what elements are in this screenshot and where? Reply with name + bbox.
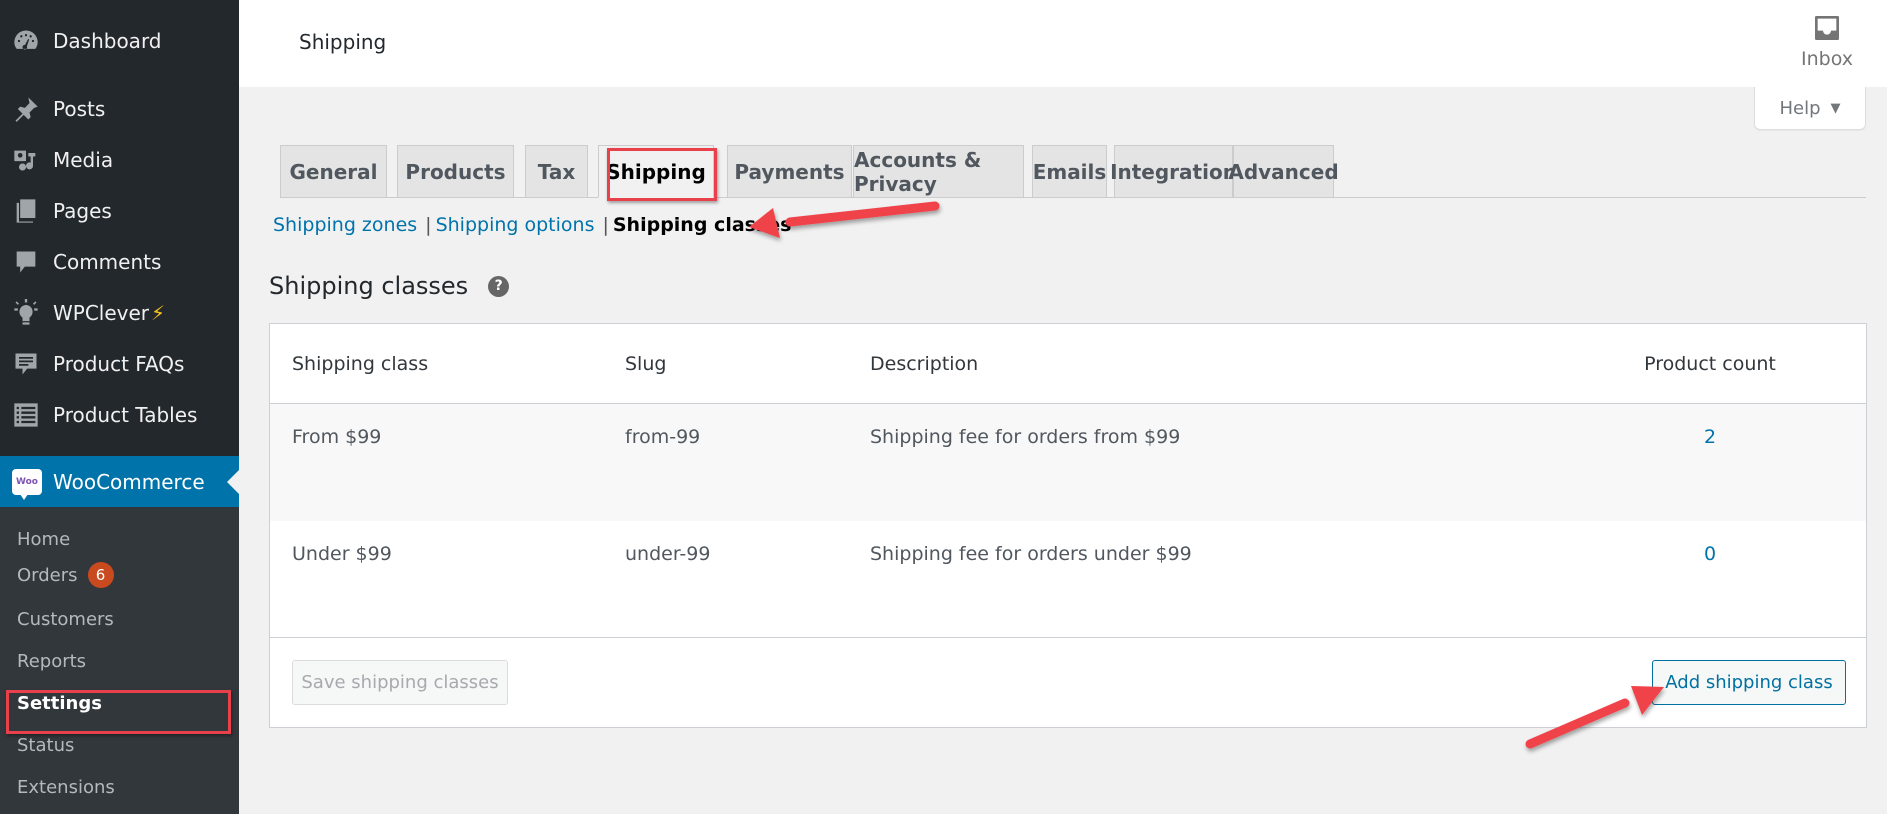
media-icon <box>11 145 41 175</box>
add-shipping-class-button[interactable]: Add shipping class <box>1652 660 1846 705</box>
help-button[interactable]: Help ▼ <box>1754 87 1866 130</box>
sidebar-item-woocommerce[interactable]: Woo WooCommerce <box>0 456 239 507</box>
tab-tax[interactable]: Tax <box>525 145 588 198</box>
page-title: Shipping <box>299 30 387 54</box>
sidebar-item-label: Media <box>53 148 114 172</box>
sidebar-item-label: Dashboard <box>53 29 162 53</box>
column-header-description: Description <box>870 353 979 375</box>
woocommerce-logo-icon: Woo <box>12 468 42 500</box>
comment-icon <box>11 247 41 277</box>
subnav-separator: | <box>602 214 609 236</box>
help-tip-icon[interactable]: ? <box>488 275 510 297</box>
inbox-label: Inbox <box>1801 48 1853 70</box>
column-header-slug: Slug <box>625 353 667 375</box>
help-label: Help <box>1779 97 1821 119</box>
sidebar-item-label: Posts <box>53 97 106 121</box>
section-heading: Shipping classes ? <box>269 272 510 300</box>
shipping-class-name: From $99 <box>292 426 382 448</box>
table-row[interactable]: Under $99 under-99 Shipping fee for orde… <box>270 521 1866 638</box>
lightbulb-icon <box>11 298 41 328</box>
section-title: Shipping classes <box>269 272 469 300</box>
submenu-label: Orders <box>17 564 78 586</box>
submenu-item-reports[interactable]: Reports <box>17 651 86 672</box>
lightning-icon: ⚡ <box>151 301 166 325</box>
table-icon <box>11 400 41 430</box>
header-bar: Shipping Inbox <box>239 0 1887 87</box>
sidebar-item-label: Product FAQs <box>53 352 185 376</box>
subnav-separator: | <box>425 214 432 236</box>
table-header-row: Shipping class Slug Description Product … <box>270 324 1866 404</box>
sidebar-item-label: WooCommerce <box>53 469 205 494</box>
tab-emails[interactable]: Emails <box>1032 145 1107 198</box>
current-menu-caret <box>227 470 239 494</box>
table-row[interactable]: From $99 from-99 Shipping fee for orders… <box>270 404 1866 521</box>
submenu-item-settings[interactable]: Settings <box>17 693 102 714</box>
submenu-item-home[interactable]: Home <box>17 529 70 550</box>
tab-general[interactable]: General <box>280 145 387 198</box>
shipping-class-slug: under-99 <box>625 543 711 565</box>
submenu-item-status[interactable]: Status <box>17 735 74 756</box>
sidebar-item-product-faqs[interactable]: Product FAQs <box>0 342 239 386</box>
submenu-label: Home <box>17 529 71 550</box>
submenu-label: Extensions <box>17 777 115 798</box>
inbox-icon <box>1815 16 1839 40</box>
table-footer: Save shipping classes Add shipping class <box>270 638 1866 727</box>
tab-products[interactable]: Products <box>397 145 514 198</box>
product-count-link[interactable]: 2 <box>1600 426 1820 448</box>
shipping-class-slug: from-99 <box>625 426 701 448</box>
subnav-shipping-options[interactable]: Shipping options <box>436 214 595 236</box>
faq-icon <box>11 349 41 379</box>
pin-icon <box>11 94 41 124</box>
product-count-link[interactable]: 0 <box>1600 543 1820 565</box>
column-header-product-count: Product count <box>1644 353 1776 375</box>
shipping-class-name: Under $99 <box>292 543 392 565</box>
pages-icon <box>11 196 41 226</box>
submenu-label: Settings <box>17 693 102 714</box>
dashboard-icon <box>11 26 41 56</box>
shipping-classes-table: Shipping class Slug Description Product … <box>269 323 1867 728</box>
sidebar-item-posts[interactable]: Posts <box>0 87 239 131</box>
sidebar-item-media[interactable]: Media <box>0 138 239 182</box>
woocommerce-submenu: Home Orders 6 Customers Reports Settings … <box>0 507 239 814</box>
orders-count-badge: 6 <box>87 562 114 588</box>
tab-integration[interactable]: Integration <box>1110 145 1237 198</box>
sidebar-item-label: Pages <box>53 199 112 223</box>
sidebar-item-comments[interactable]: Comments <box>0 240 239 284</box>
subnav-shipping-classes[interactable]: Shipping classes <box>613 214 792 236</box>
sidebar-item-label: WPClever <box>53 301 150 325</box>
sidebar-item-wpclever[interactable]: WPClever ⚡ <box>0 291 239 335</box>
tab-payments[interactable]: Payments <box>727 145 852 198</box>
shipping-class-description: Shipping fee for orders from $99 <box>870 426 1181 448</box>
shipping-subnav: Shipping zones | Shipping options | Ship… <box>273 214 791 236</box>
submenu-item-customers[interactable]: Customers <box>17 609 114 630</box>
admin-sidebar: Dashboard Posts Media Pages Comments WPC… <box>0 0 239 814</box>
tab-advanced[interactable]: Advanced <box>1228 145 1339 198</box>
tab-shipping[interactable]: Shipping <box>598 145 714 198</box>
submenu-item-extensions[interactable]: Extensions <box>17 777 115 798</box>
column-header-shipping-class: Shipping class <box>292 353 429 375</box>
submenu-label: Status <box>17 735 75 756</box>
submenu-label: Customers <box>17 609 114 630</box>
subnav-shipping-zones[interactable]: Shipping zones <box>273 214 417 236</box>
tab-accounts-privacy[interactable]: Accounts & Privacy <box>853 145 1024 198</box>
sidebar-item-dashboard[interactable]: Dashboard <box>0 19 239 63</box>
submenu-label: Reports <box>17 651 87 672</box>
shipping-class-description: Shipping fee for orders under $99 <box>870 543 1192 565</box>
sidebar-item-label: Comments <box>53 250 162 274</box>
sidebar-item-product-tables[interactable]: Product Tables <box>0 393 239 437</box>
caret-down-icon: ▼ <box>1830 100 1841 116</box>
submenu-item-orders[interactable]: Orders 6 <box>17 562 114 588</box>
sidebar-item-label: Product Tables <box>53 403 198 427</box>
save-shipping-classes-button[interactable]: Save shipping classes <box>292 660 508 705</box>
inbox-button[interactable]: Inbox <box>1797 12 1857 70</box>
sidebar-item-pages[interactable]: Pages <box>0 189 239 233</box>
